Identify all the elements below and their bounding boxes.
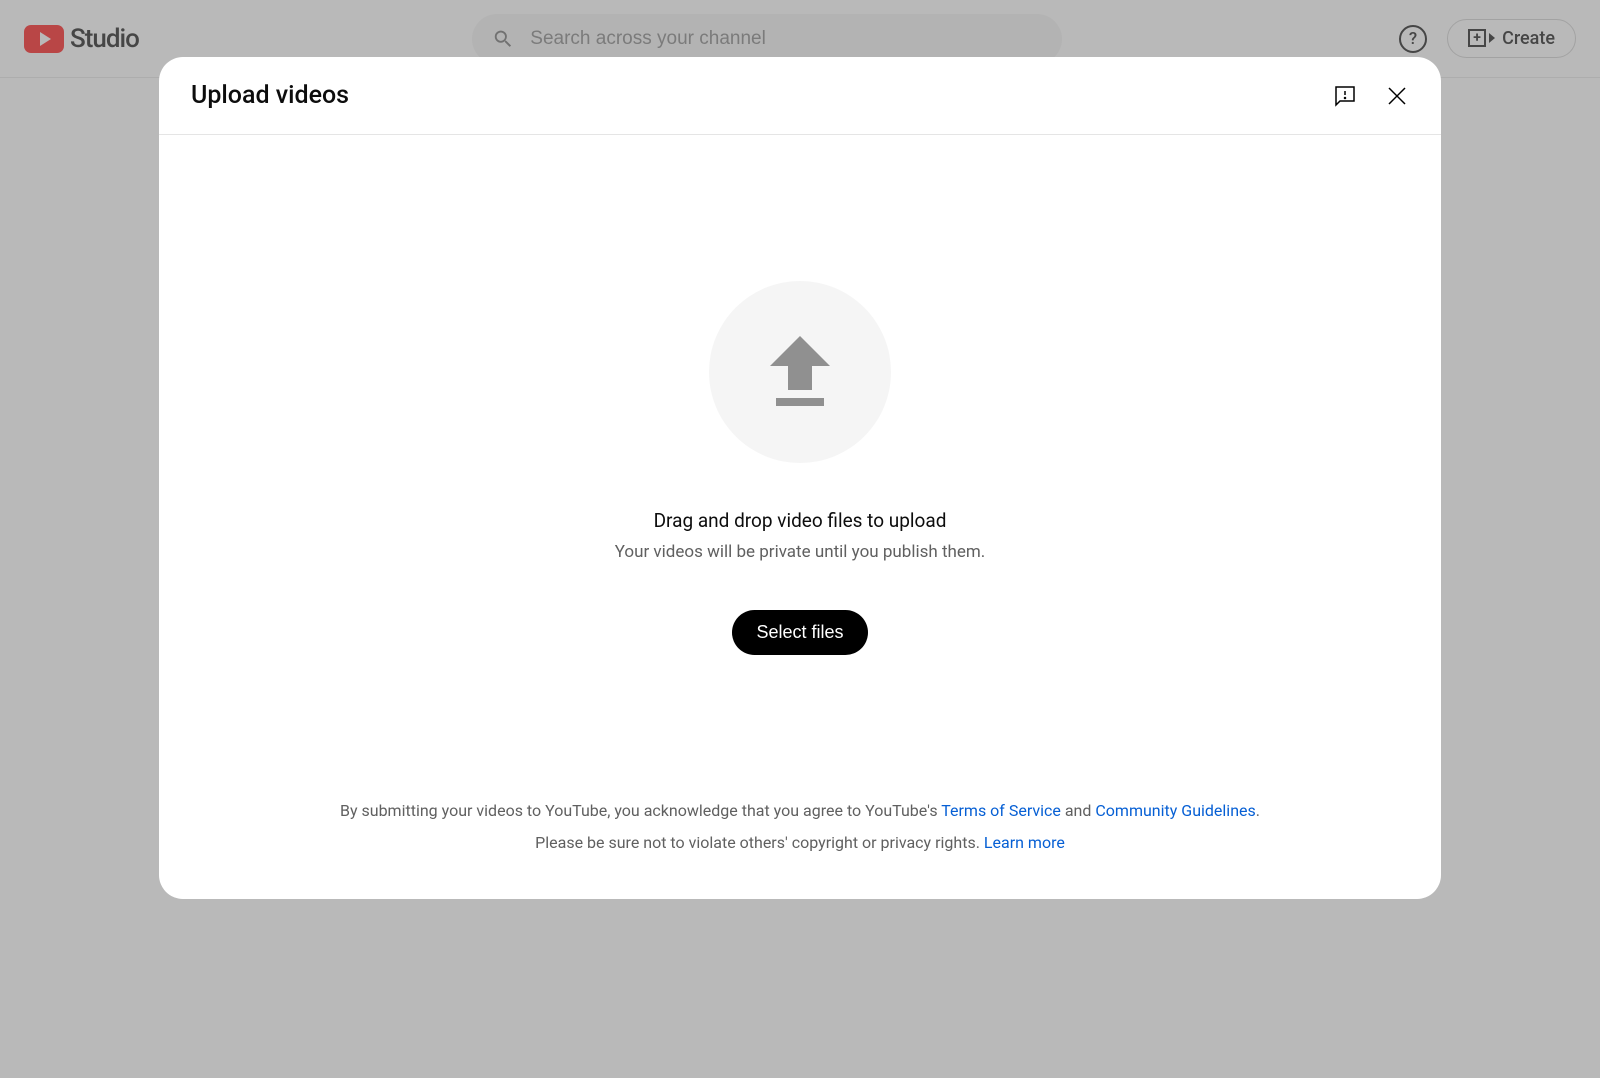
learn-more-link[interactable]: Learn more	[984, 833, 1065, 852]
dialog-header: Upload videos	[159, 57, 1441, 135]
dialog-body: Drag and drop video files to upload Your…	[159, 135, 1441, 859]
select-files-button[interactable]: Select files	[732, 610, 867, 655]
close-icon	[1385, 84, 1409, 108]
dialog-header-actions	[1333, 84, 1409, 108]
community-guidelines-link[interactable]: Community Guidelines	[1095, 801, 1255, 820]
upload-dialog: Upload videos	[159, 57, 1441, 899]
footer-prefix: By submitting your videos to YouTube, yo…	[340, 801, 941, 820]
modal-overlay: Upload videos	[0, 0, 1600, 1078]
footer-and: and	[1061, 801, 1096, 820]
feedback-icon[interactable]	[1333, 84, 1357, 108]
dialog-footer: By submitting your videos to YouTube, yo…	[300, 795, 1300, 859]
footer-line2-prefix: Please be sure not to violate others' co…	[535, 833, 984, 852]
dialog-title: Upload videos	[191, 81, 349, 110]
privacy-hint-text: Your videos will be private until you pu…	[615, 542, 986, 562]
terms-of-service-link[interactable]: Terms of Service	[941, 801, 1061, 820]
drag-drop-text: Drag and drop video files to upload	[654, 509, 947, 532]
close-button[interactable]	[1385, 84, 1409, 108]
upload-arrow-icon	[770, 336, 830, 408]
footer-period: .	[1256, 801, 1260, 820]
upload-dropzone[interactable]	[709, 281, 891, 463]
